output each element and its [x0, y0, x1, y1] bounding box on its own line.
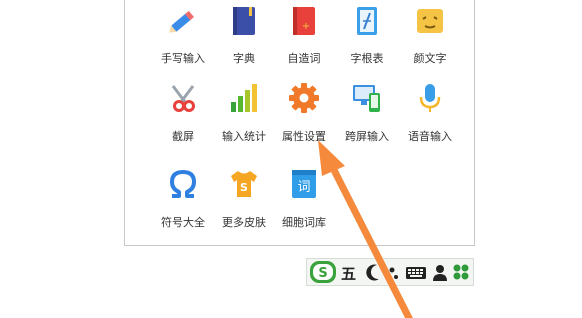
tool-label: 手写输入 — [161, 52, 205, 65]
tool-label: 跨屏输入 — [345, 130, 389, 143]
ime-status-bar: S 五 — [306, 258, 474, 286]
voice-input-button[interactable]: 语音输入 — [399, 82, 461, 143]
cell-lexicon-icon: 词 — [288, 168, 320, 200]
emoticon-icon — [414, 5, 446, 37]
symbol-collection-button[interactable]: 符号大全 — [152, 168, 214, 229]
custom-word-book-icon: + — [288, 5, 320, 37]
tool-label: 颜文字 — [413, 52, 447, 65]
input-statistics-button[interactable]: 输入统计 — [213, 82, 275, 143]
tool-label: 输入统计 — [222, 130, 266, 143]
more-skins-button[interactable]: S 更多皮肤 — [213, 168, 275, 229]
bar-chart-icon — [228, 82, 260, 114]
cross-screen-device-icon — [351, 82, 383, 114]
cross-screen-input-button[interactable]: 跨屏输入 — [336, 82, 398, 143]
svg-text:+: + — [302, 21, 310, 32]
moon-icon[interactable] — [366, 261, 382, 283]
tool-label: 字根表 — [350, 52, 384, 65]
tool-label: 字典 — [233, 52, 255, 65]
tool-label: 自造词 — [287, 52, 321, 65]
svg-text:S: S — [240, 181, 248, 194]
property-settings-button[interactable]: 属性设置 — [273, 82, 335, 143]
input-mode-label[interactable]: 五 — [341, 263, 356, 284]
omega-symbol-icon — [167, 168, 199, 200]
handwriting-input-button[interactable]: 手写输入 — [152, 5, 214, 65]
tool-label: 截屏 — [172, 130, 194, 143]
punctuation-icon[interactable] — [387, 261, 401, 283]
tool-label: 属性设置 — [282, 130, 326, 143]
toolbox-icon[interactable] — [452, 261, 470, 283]
tool-label: 细胞词库 — [282, 216, 326, 229]
radical-table-button[interactable]: 字根表 — [336, 5, 398, 65]
scissors-icon — [167, 82, 199, 114]
pencil-icon — [167, 5, 199, 37]
gear-icon — [288, 82, 320, 114]
keyboard-icon[interactable] — [405, 261, 427, 283]
cell-lexicon-button[interactable]: 词 细胞词库 — [273, 168, 335, 229]
tool-label: 语音输入 — [408, 130, 452, 143]
custom-word-button[interactable]: + 自造词 — [273, 5, 335, 65]
user-icon[interactable] — [432, 261, 448, 283]
svg-text:S: S — [318, 266, 327, 281]
svg-text:词: 词 — [297, 180, 310, 195]
tool-label: 更多皮肤 — [222, 216, 266, 229]
sogou-logo-icon[interactable]: S — [309, 260, 337, 284]
tshirt-skin-icon: S — [228, 168, 260, 200]
toolbox-panel: 手写输入 字典 + 自造词 字根表 颜文字 截屏 输入统计 属性设置 跨屏输入 … — [124, 0, 475, 246]
tool-label: 符号大全 — [161, 216, 205, 229]
screenshot-button[interactable]: 截屏 — [152, 82, 214, 143]
dictionary-book-icon — [228, 5, 260, 37]
emoticon-button[interactable]: 颜文字 — [399, 5, 461, 65]
microphone-icon — [414, 82, 446, 114]
dictionary-button[interactable]: 字典 — [213, 5, 275, 65]
radical-table-icon — [351, 5, 383, 37]
